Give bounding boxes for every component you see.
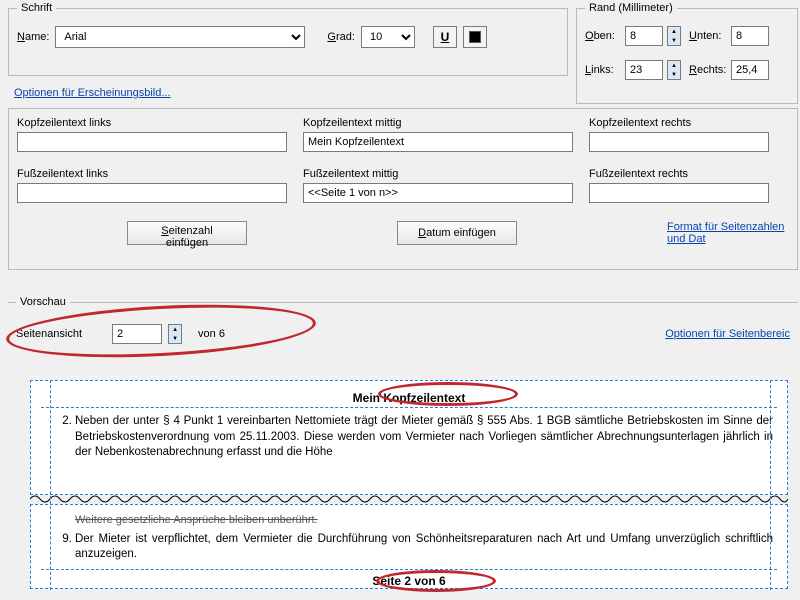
preview-footer-text: Seite 2 von 6: [41, 569, 777, 590]
header-left-input[interactable]: [17, 132, 287, 152]
footer-right-input[interactable]: [589, 183, 769, 203]
header-center-label: Kopfzeilentext mittig: [303, 117, 573, 129]
preview-header-text: Mein Kopfzeilentext: [41, 389, 777, 408]
preview-legend: Vorschau: [16, 296, 70, 308]
page-range-options-link[interactable]: Optionen für Seitenbereic: [665, 328, 790, 340]
preview-para-8-tail: Weitere gesetzliche Ansprüche bleiben un…: [45, 513, 773, 528]
margin-left-spinner[interactable]: ▲▼: [667, 60, 681, 80]
hf-group: Kopfzeilentext links Kopfzeilentext mitt…: [8, 108, 798, 270]
preview-margin-guide-left: [50, 380, 51, 590]
preview-para-2: Neben der unter § 4 Punkt 1 vereinbarten…: [75, 414, 773, 461]
font-size-label: Grad:: [327, 31, 355, 43]
color-chip-icon: [469, 31, 481, 43]
page-view-input[interactable]: [112, 324, 162, 344]
font-name-select[interactable]: Arial: [55, 26, 305, 48]
preview-page-bottom: Weitere gesetzliche Ansprüche bleiben un…: [30, 504, 788, 589]
page-view-spinner[interactable]: ▲▼: [168, 324, 182, 344]
page-view-label: Seitenansicht: [16, 328, 82, 340]
appearance-options-link[interactable]: Optionen für Erscheinungsbild...: [14, 87, 171, 99]
margin-bottom-label: Unten:: [689, 30, 727, 42]
page-number-format-link[interactable]: Format für Seitenzahlen und Dat: [667, 221, 789, 245]
margin-bottom-input[interactable]: [731, 26, 769, 46]
margin-right-label: Rechts:: [689, 64, 727, 76]
insert-page-number-button[interactable]: Seitenzahl einfügen: [127, 221, 247, 245]
margin-left-input[interactable]: [625, 60, 663, 80]
font-size-select[interactable]: 10: [361, 26, 415, 48]
footer-left-label: Fußzeilentext links: [17, 168, 287, 180]
margin-right-input[interactable]: [731, 60, 769, 80]
page-of-label: von 6: [198, 328, 225, 340]
margin-group-legend: Rand (Millimeter): [585, 2, 677, 14]
font-group-legend: Schrift: [17, 2, 56, 14]
margin-left-label: Links:: [585, 64, 621, 76]
footer-center-label: Fußzeilentext mittig: [303, 168, 573, 180]
margin-group: Rand (Millimeter) Oben: ▲▼ Unten: Links:…: [576, 2, 798, 104]
font-name-label: Name:: [17, 31, 49, 43]
preview-body-top: Neben der unter § 4 Punkt 1 vereinbarten…: [41, 408, 777, 461]
footer-right-label: Fußzeilentext rechts: [589, 168, 769, 180]
font-group: Schrift Name: Arial Grad: 10 U: [8, 2, 568, 76]
font-color-button[interactable]: [463, 26, 487, 48]
margin-top-input[interactable]: [625, 26, 663, 46]
footer-center-input[interactable]: [303, 183, 573, 203]
preview-page-top: Mein Kopfzeilentext Neben der unter § 4 …: [30, 380, 788, 495]
header-center-input[interactable]: [303, 132, 573, 152]
preview-margin-guide-right: [770, 380, 771, 590]
margin-top-label: Oben:: [585, 30, 621, 42]
footer-left-input[interactable]: [17, 183, 287, 203]
preview-body-bottom: Weitere gesetzliche Ansprüche bleiben un…: [41, 513, 777, 563]
header-left-label: Kopfzeilentext links: [17, 117, 287, 129]
underline-button[interactable]: U: [433, 26, 457, 48]
preview-para-9: Der Mieter ist verpflichtet, dem Vermiet…: [75, 532, 773, 563]
margin-top-spinner[interactable]: ▲▼: [667, 26, 681, 46]
insert-date-button[interactable]: Datum einfügen: [397, 221, 517, 245]
header-right-input[interactable]: [589, 132, 769, 152]
header-right-label: Kopfzeilentext rechts: [589, 117, 769, 129]
